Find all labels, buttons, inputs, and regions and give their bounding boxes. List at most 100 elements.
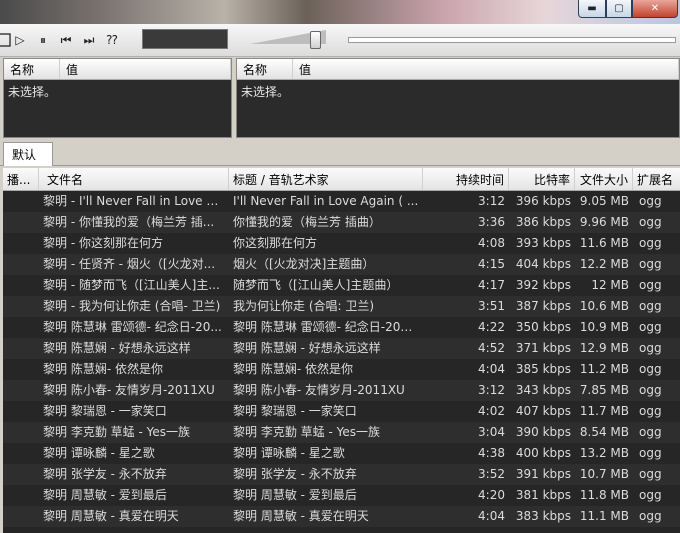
cell-filename: 黎明 - 你这刻那在何方 — [43, 236, 163, 250]
next-button[interactable]: ⏭ — [81, 32, 97, 48]
cell-duration: 4:38 — [478, 446, 505, 460]
cell-duration: 4:22 — [478, 320, 505, 334]
cell-playing — [3, 317, 39, 338]
table-row[interactable]: 黎明 - 你懂我的爱（梅兰芳 插... 你懂我的爱（梅兰芳 插曲） 3:36 386 … — [3, 212, 680, 233]
cell-bitrate: 396 kbps — [515, 194, 571, 208]
cell-extension: ogg — [639, 509, 662, 523]
column-bitrate-header[interactable]: 比特率 — [509, 168, 575, 190]
cell-bitrate: 387 kbps — [515, 299, 571, 313]
table-row[interactable]: 黎明 陈慧娴- 依然是你 黎明 陈慧娴- 依然是你 4:04 385 kbps 11.2… — [3, 359, 680, 380]
table-row[interactable]: 黎明 - I'll Never Fall in Love A... I'll Ne… — [3, 191, 680, 212]
table-row[interactable]: 黎明 陈慧琳 雷颂德- 纪念日-20... 黎明 陈慧琳 雷颂德- 纪念日-201… — [3, 317, 680, 338]
properties-header: 名称 值 — [4, 59, 231, 80]
table-row[interactable]: 黎明 - 我为何让你走 (合唱- 卫兰) 我为何让你走 (合唱: 卫兰) 3:51 3… — [3, 296, 680, 317]
column-name-header[interactable]: 名称 — [4, 59, 60, 79]
playlist-view: 播... 文件名 标题 / 音轨艺术家 持续时间 比特率 文件大小 扩展名 黎明… — [3, 168, 680, 533]
cell-extension: ogg — [639, 320, 662, 334]
cell-filename: 黎明 - I'll Never Fall in Love A... — [43, 194, 226, 208]
cell-bitrate: 407 kbps — [515, 404, 571, 418]
play-button[interactable]: ▷ — [12, 32, 28, 48]
column-title-header[interactable]: 标题 / 音轨艺术家 — [229, 168, 423, 190]
cell-filesize: 8.54 MB — [579, 425, 629, 439]
seek-display — [142, 29, 228, 49]
cell-extension: ogg — [639, 488, 662, 502]
cell-filename: 黎明 张学友 - 永不放弃 — [43, 467, 167, 481]
cell-bitrate: 404 kbps — [515, 257, 571, 271]
previous-button[interactable]: ⏮ — [58, 32, 74, 48]
cell-filename: 黎明 - 随梦而飞（[江山美人]主... — [43, 278, 220, 292]
pause-icon: ⏸ — [39, 32, 46, 47]
column-filesize-header[interactable]: 文件大小 — [575, 168, 633, 190]
tab-default[interactable]: 默认 — [3, 142, 53, 166]
cell-duration: 4:04 — [478, 509, 505, 523]
close-icon: ✕ — [650, 2, 660, 14]
cell-title: 黎明 陈慧琳 雷颂德- 纪念日-201... — [233, 320, 420, 334]
stop-button[interactable] — [0, 32, 12, 48]
cell-duration: 3:52 — [478, 467, 505, 481]
close-button[interactable]: ✕ — [632, 0, 678, 18]
table-row[interactable]: 黎明 张学友 - 永不放弃 黎明 张学友 - 永不放弃 3:52 391 kbps 10… — [3, 464, 680, 485]
cell-bitrate: 381 kbps — [515, 488, 571, 502]
cell-extension: ogg — [639, 383, 662, 397]
cell-filesize: 11.8 MB — [579, 488, 629, 502]
cell-bitrate: 385 kbps — [515, 362, 571, 376]
table-row[interactable]: 黎明 陈慧娴 - 好想永远这样 黎明 陈慧娴 - 好想永远这样 4:52 371 kb… — [3, 338, 680, 359]
cell-filename: 黎明 李克勤 草蜢 - Yes一族 — [43, 425, 190, 439]
cell-playing — [3, 254, 39, 275]
cell-playing — [3, 296, 39, 317]
cell-extension: ogg — [639, 404, 662, 418]
cell-filesize: 11.6 MB — [579, 236, 629, 250]
column-filename-header[interactable]: 文件名 — [39, 168, 229, 190]
cell-duration: 4:20 — [478, 488, 505, 502]
table-row[interactable]: 黎明 - 随梦而飞（[江山美人]主... 随梦而飞（[江山美人]主题曲） 4:17 3… — [3, 275, 680, 296]
table-row[interactable]: 黎明 谭咏麟 - 星之歌 黎明 谭咏麟 - 星之歌 4:38 400 kbps 13.2… — [3, 443, 680, 464]
maximize-button[interactable]: ▢ — [606, 0, 632, 18]
stop-icon — [0, 33, 11, 47]
column-playing-header[interactable]: 播... — [3, 168, 39, 190]
cell-playing — [3, 485, 39, 506]
cell-filesize: 12 MB — [591, 278, 629, 292]
column-extension-header[interactable]: 扩展名 — [633, 168, 680, 190]
window-controls: ▬ ▢ ✕ — [578, 0, 678, 18]
table-row[interactable]: 黎明 黎瑞恩 - 一家笑口 黎明 黎瑞恩 - 一家笑口 4:02 407 kbps 11… — [3, 401, 680, 422]
properties-panel-right: 名称 值 未选择。 — [236, 58, 680, 138]
cell-title: 黎明 李克勤 草蜢 - Yes一族 — [233, 425, 380, 439]
pause-button[interactable]: ⏸ — [35, 32, 51, 48]
column-name-header[interactable]: 名称 — [237, 59, 293, 79]
cell-duration: 3:12 — [478, 194, 505, 208]
column-duration-header[interactable]: 持续时间 — [423, 168, 509, 190]
maximize-icon: ▢ — [614, 2, 624, 14]
column-value-header[interactable]: 值 — [293, 59, 679, 79]
cell-bitrate: 392 kbps — [515, 278, 571, 292]
playback-toolbar: ▷ ⏸ ⏮ ⏭ ⁇ — [0, 24, 680, 57]
table-row[interactable]: 黎明 周慧敏 - 真爱在明天 黎明 周慧敏 - 真爱在明天 4:04 383 kbps… — [3, 506, 680, 527]
column-value-header[interactable]: 值 — [60, 59, 231, 79]
table-row[interactable]: 黎明 李克勤 草蜢 - Yes一族 黎明 李克勤 草蜢 - Yes一族 3:04 39… — [3, 422, 680, 443]
cell-playing — [3, 422, 39, 443]
volume-slider[interactable] — [250, 30, 330, 50]
table-row[interactable]: 黎明 陈小春- 友情岁月-2011XU 黎明 陈小春- 友情岁月-2011XU 3:… — [3, 380, 680, 401]
cell-filename: 黎明 陈小春- 友情岁月-2011XU — [43, 383, 215, 397]
volume-thumb[interactable] — [310, 31, 321, 49]
cell-bitrate: 350 kbps — [515, 320, 571, 334]
cell-duration: 4:17 — [478, 278, 505, 292]
seek-bar[interactable] — [348, 37, 676, 43]
cell-bitrate: 383 kbps — [515, 509, 571, 523]
random-button[interactable]: ⁇ — [104, 32, 120, 48]
table-row[interactable]: 黎明 - 你这刻那在何方 你这刻那在何方 4:08 393 kbps 11.6 MB og… — [3, 233, 680, 254]
cell-playing — [3, 233, 39, 254]
cell-title: 黎明 周慧敏 - 真爱在明天 — [233, 509, 369, 523]
cell-bitrate: 400 kbps — [515, 446, 571, 460]
cell-filesize: 10.6 MB — [579, 299, 629, 313]
next-icon: ⏭ — [83, 32, 95, 47]
cell-playing — [3, 443, 39, 464]
cell-filename: 黎明 黎瑞恩 - 一家笑口 — [43, 404, 167, 418]
table-row[interactable]: 黎明 - 任贤齐 - 烟火（[火龙对... 烟火（[火龙对决]主题曲） 4:15 40… — [3, 254, 680, 275]
cell-bitrate: 343 kbps — [515, 383, 571, 397]
table-row[interactable]: 黎明 周慧敏 - 爱到最后 黎明 周慧敏 - 爱到最后 4:20 381 kbps 11… — [3, 485, 680, 506]
cell-title: 黎明 陈慧娴- 依然是你 — [233, 362, 353, 376]
minimize-button[interactable]: ▬ — [578, 0, 606, 18]
cell-bitrate: 390 kbps — [515, 425, 571, 439]
cell-filesize: 12.9 MB — [579, 341, 629, 355]
cell-duration: 3:12 — [478, 383, 505, 397]
